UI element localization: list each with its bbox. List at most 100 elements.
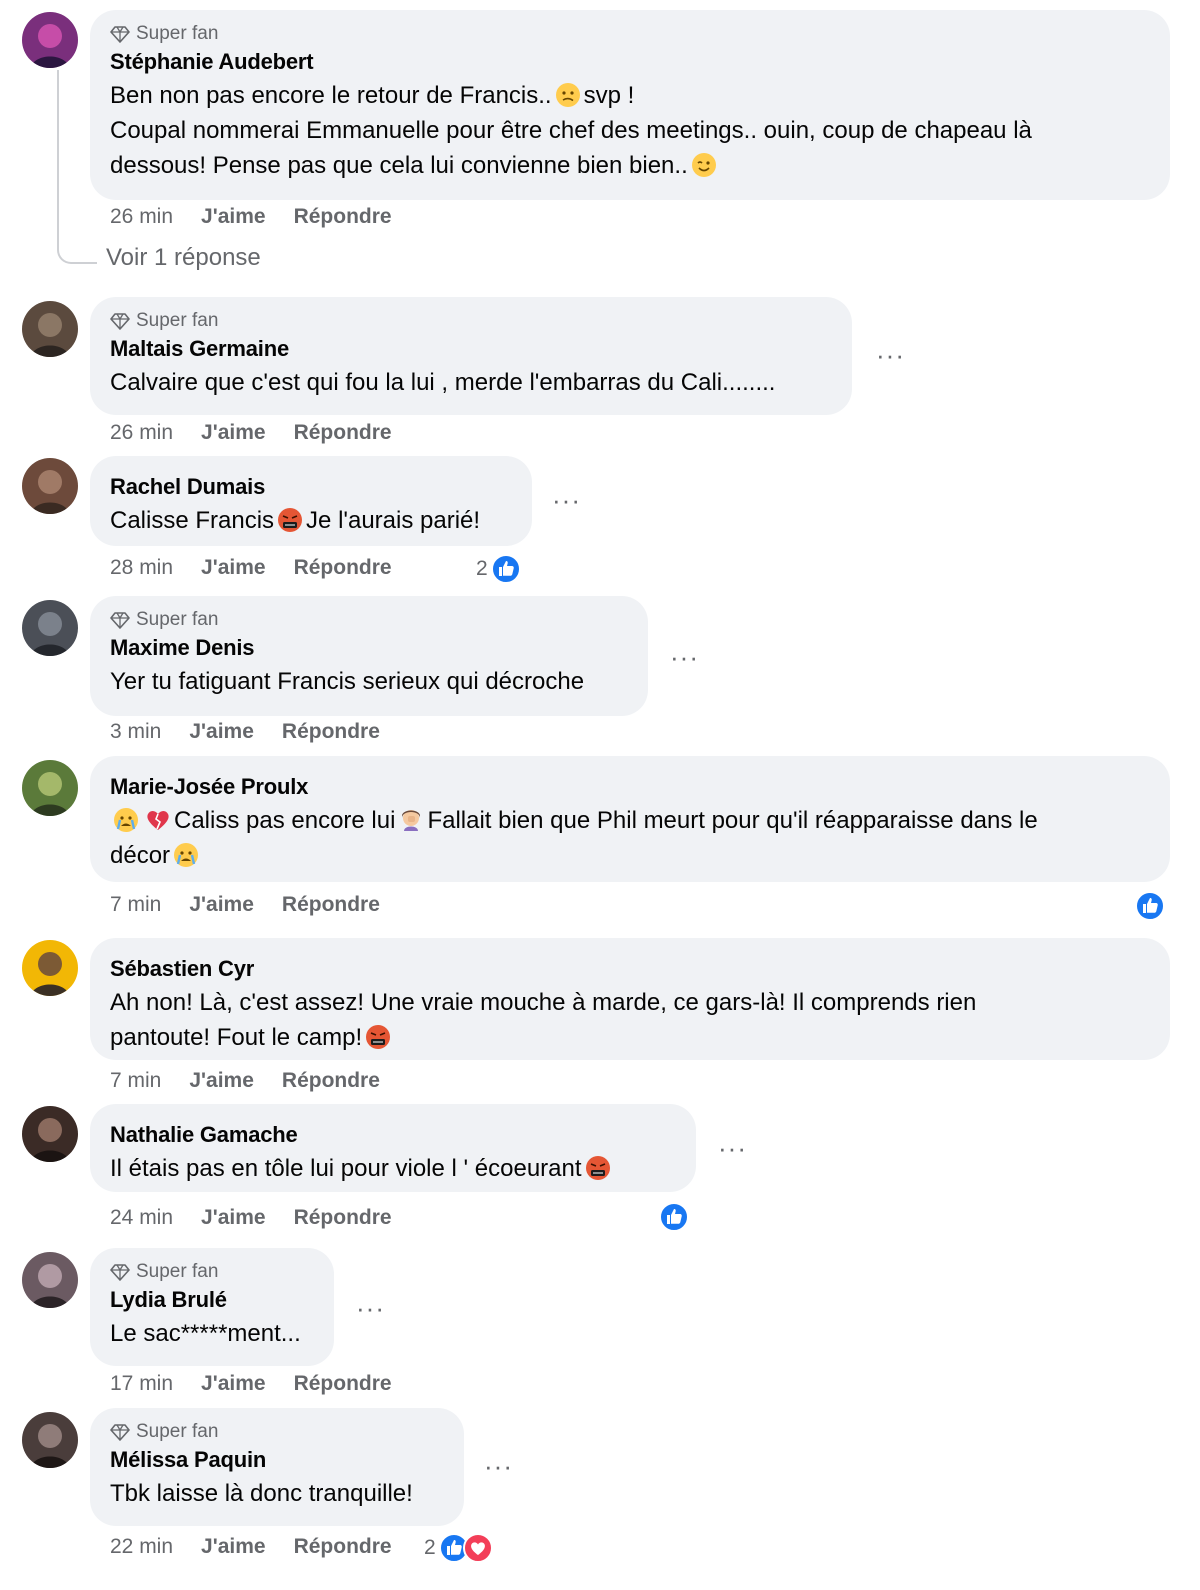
comment-timestamp[interactable]: 3 min: [110, 720, 161, 744]
comment-timestamp[interactable]: 28 min: [110, 556, 173, 580]
comment-timestamp[interactable]: 26 min: [110, 421, 173, 445]
super-fan-label: Super fan: [136, 1261, 219, 1282]
reply-button[interactable]: Répondre: [294, 1206, 392, 1230]
comment-text-segment: Calisse Francis: [110, 507, 275, 534]
avatar[interactable]: [22, 600, 78, 656]
commenter-name[interactable]: Nathalie Gamache: [110, 1120, 676, 1150]
avatar[interactable]: [22, 940, 78, 996]
like-button[interactable]: J'aime: [189, 893, 254, 917]
avatar[interactable]: [22, 1106, 78, 1162]
reactions-summary[interactable]: 2: [476, 553, 522, 585]
reactions-summary[interactable]: [1134, 890, 1166, 922]
reply-button[interactable]: Répondre: [282, 1069, 380, 1093]
avatar[interactable]: [22, 1252, 78, 1308]
reaction-count: 2: [424, 1536, 436, 1559]
comment-text-segment: svp !: [583, 82, 635, 109]
like-button[interactable]: J'aime: [201, 1206, 266, 1230]
more-options-button[interactable]: ···: [484, 1453, 513, 1479]
like-button[interactable]: J'aime: [201, 1372, 266, 1396]
comment-timestamp[interactable]: 24 min: [110, 1206, 173, 1230]
comment-timestamp[interactable]: 17 min: [110, 1372, 173, 1396]
confused-face-icon: [555, 83, 580, 107]
more-options-button[interactable]: ···: [876, 342, 905, 368]
commenter-name[interactable]: Maxime Denis: [110, 633, 628, 663]
comment-text-segment: Calvaire que c'est qui fou la lui , merd…: [110, 369, 776, 396]
comment-bubble: Sébastien Cyr Ah non! Là, c'est assez! Un…: [90, 938, 1170, 1060]
like-button[interactable]: J'aime: [201, 205, 266, 229]
reply-button[interactable]: Répondre: [294, 205, 392, 229]
comment-text: Tbk laisse là donc tranquille!: [110, 1476, 444, 1511]
comment-line: Ah non! Là, c'est assez! Une vraie mouch…: [110, 985, 1150, 1020]
comment-actions: 26 min J'aime Répondre: [110, 202, 392, 232]
reply-button[interactable]: Répondre: [294, 421, 392, 445]
comment-text-segment: décor: [110, 842, 171, 869]
avatar[interactable]: [22, 760, 78, 816]
comment-actions: 28 min J'aime Répondre: [110, 553, 392, 583]
more-options-button[interactable]: ···: [552, 487, 581, 513]
reply-button[interactable]: Répondre: [294, 1535, 392, 1559]
comment-text: Ah non! Là, c'est assez! Une vraie mouch…: [110, 985, 1150, 1055]
view-replies-link[interactable]: Voir 1 réponse: [106, 244, 261, 272]
more-options-button[interactable]: ···: [356, 1295, 385, 1321]
commenter-name[interactable]: Maltais Germaine: [110, 334, 832, 364]
comment-actions: 24 min J'aime Répondre: [110, 1203, 392, 1233]
comment-text: Calvaire que c'est qui fou la lui , merd…: [110, 365, 832, 400]
like-button[interactable]: J'aime: [201, 556, 266, 580]
comment-text-segment: Je l'aurais parié!: [306, 507, 481, 534]
comment-line: Le sac*****ment...: [110, 1316, 314, 1351]
comment-timestamp[interactable]: 22 min: [110, 1535, 173, 1559]
comment-text-segment: Il étais pas en tôle lui pour viole l ' …: [110, 1155, 582, 1182]
reactions-summary[interactable]: [658, 1201, 690, 1233]
comment-timestamp[interactable]: 26 min: [110, 205, 173, 229]
commenter-name[interactable]: Rachel Dumais: [110, 472, 512, 502]
reply-button[interactable]: Répondre: [282, 720, 380, 744]
commenter-name[interactable]: Lydia Brulé: [110, 1285, 314, 1315]
more-options-button[interactable]: ···: [670, 644, 699, 670]
comment-timestamp[interactable]: 7 min: [110, 893, 161, 917]
comment-text: Calisse Francis Je l'aurais parié!: [110, 503, 512, 538]
comment-text-segment: dessous! Pense pas que cela lui convienn…: [110, 152, 688, 179]
reply-button[interactable]: Répondre: [294, 1372, 392, 1396]
angry-cursing-face-icon: [278, 508, 303, 532]
thread-connector-line: [57, 70, 97, 264]
diamond-icon: [110, 313, 130, 330]
comment-bubble: Rachel Dumais Calisse Francis Je l'aurais …: [90, 456, 532, 546]
like-button[interactable]: J'aime: [189, 720, 254, 744]
broken-heart-icon: [147, 811, 169, 830]
comment-line: décor: [110, 838, 1150, 873]
reply-button[interactable]: Répondre: [294, 556, 392, 580]
super-fan-label: Super fan: [136, 310, 219, 331]
commenter-name[interactable]: Marie-Josée Proulx: [110, 772, 1150, 802]
diamond-icon: [110, 26, 130, 43]
commenter-name[interactable]: Sébastien Cyr: [110, 954, 1150, 984]
super-fan-badge: Super fan: [110, 1419, 444, 1445]
super-fan-badge: Super fan: [110, 308, 832, 334]
comment-text: Le sac*****ment...: [110, 1316, 314, 1351]
comment-text-segment: Coupal nommerai Emmanuelle pour être che…: [110, 117, 1032, 144]
comment-text-segment: Ben non pas encore le retour de Francis.…: [110, 82, 552, 109]
like-reaction-icon: [1135, 891, 1165, 921]
reaction-count: 2: [476, 557, 488, 580]
like-button[interactable]: J'aime: [201, 1535, 266, 1559]
avatar[interactable]: [22, 12, 78, 68]
comment-line: Caliss pas encore lui Fallait bien que Ph…: [110, 803, 1150, 838]
reply-button[interactable]: Répondre: [282, 893, 380, 917]
comment-text-segment: Tbk laisse là donc tranquille!: [110, 1480, 413, 1507]
like-reaction-icon: [490, 554, 521, 584]
like-button[interactable]: J'aime: [189, 1069, 254, 1093]
comment-bubble: Super fan Maltais Germaine Calvaire que c'…: [90, 297, 852, 415]
commenter-name[interactable]: Stéphanie Audebert: [110, 47, 1150, 77]
more-options-button[interactable]: ···: [718, 1135, 747, 1161]
reactions-summary[interactable]: 2: [424, 1532, 494, 1564]
avatar[interactable]: [22, 301, 78, 357]
comment-text-segment: pantoute! Fout le camp!: [110, 1024, 363, 1051]
comment-actions: 7 min J'aime Répondre: [110, 1066, 380, 1096]
like-button[interactable]: J'aime: [201, 421, 266, 445]
comment-timestamp[interactable]: 7 min: [110, 1069, 161, 1093]
comment-actions: 22 min J'aime Répondre: [110, 1532, 392, 1562]
avatar[interactable]: [22, 1412, 78, 1468]
comment-line: Calisse Francis Je l'aurais parié!: [110, 503, 512, 538]
comment-line: dessous! Pense pas que cela lui convienn…: [110, 148, 1150, 183]
commenter-name[interactable]: Mélissa Paquin: [110, 1445, 444, 1475]
avatar[interactable]: [22, 458, 78, 514]
